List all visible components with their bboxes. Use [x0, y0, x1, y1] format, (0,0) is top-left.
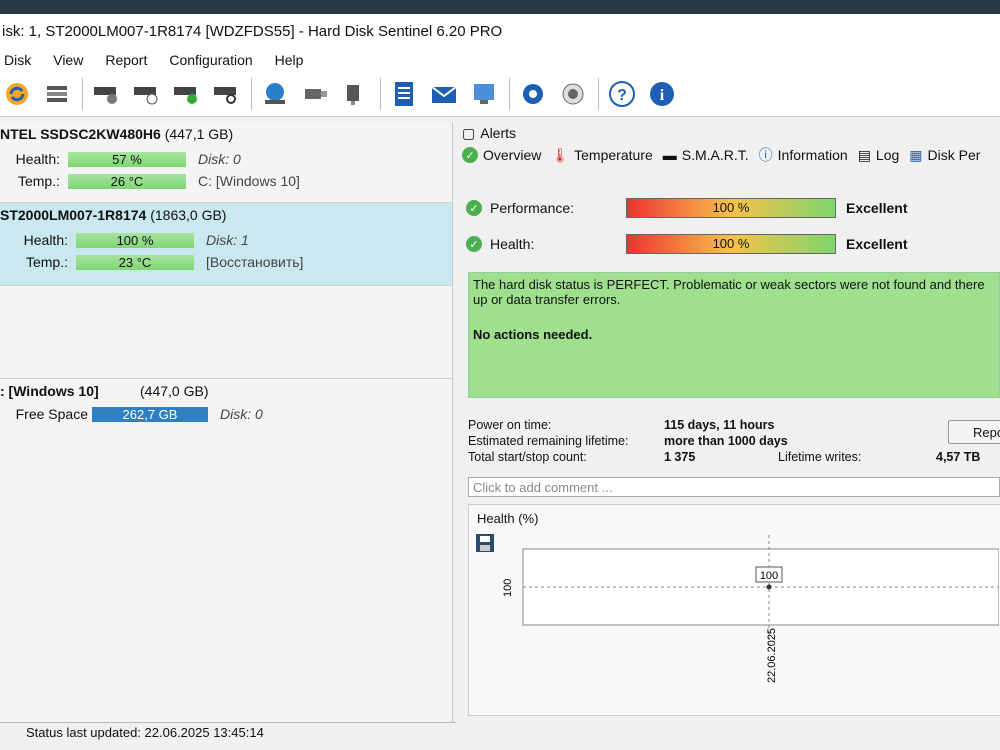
- usb-device-icon[interactable]: [340, 79, 370, 109]
- toolbar: ? i: [0, 72, 1000, 117]
- speaker-icon[interactable]: [558, 79, 588, 109]
- health-label: Health:: [15, 151, 60, 167]
- health-graph: Health (%) 100 100 22.06.2025: [468, 504, 1000, 716]
- camera-icon[interactable]: [300, 79, 330, 109]
- start-stop-label: Total start/stop count:: [468, 450, 587, 464]
- temp-bar: 23 °C: [76, 254, 194, 270]
- thermometer-icon: 🌡: [551, 146, 570, 163]
- tab-alerts[interactable]: ▢ Alerts: [462, 125, 516, 142]
- writes-label: Lifetime writes:: [778, 450, 862, 464]
- health-bar: 100 %: [76, 232, 194, 248]
- graph-canvas: 100 100 22.06.2025: [502, 535, 999, 683]
- network-globe-icon[interactable]: [260, 79, 290, 109]
- tab-temperature[interactable]: 🌡 Temperature: [551, 147, 652, 164]
- writes-value: 4,57 TB: [936, 450, 981, 464]
- web-icon[interactable]: [469, 79, 499, 109]
- check-icon: ✓: [466, 236, 482, 252]
- disk-list-panel: NTEL SSDSC2KW480H6 (447,1 GB) Health: 57…: [0, 122, 453, 722]
- report-button[interactable]: Repo: [948, 420, 1000, 444]
- disk-size: (1863,0 GB): [150, 207, 227, 223]
- menu-bar: Disk View Report Configuration Help: [0, 48, 1000, 72]
- list-icon[interactable]: [42, 79, 72, 109]
- menu-disk[interactable]: Disk: [4, 52, 31, 68]
- disk-name: NTEL SSDSC2KW480H6: [0, 126, 161, 142]
- disk-number: Disk: 1: [206, 232, 249, 248]
- start-stop-value: 1 375: [664, 450, 696, 464]
- info-small-icon: ⓘ: [758, 147, 773, 163]
- check-icon: ✓: [466, 200, 482, 216]
- status-action: No actions needed.: [473, 327, 593, 342]
- disk-search-icon[interactable]: [211, 79, 241, 109]
- disk-check-icon[interactable]: [171, 79, 201, 109]
- point-label: 100: [760, 570, 778, 582]
- title-bar: isk: 1, ST2000LM007-1R8174 [WDZFDS55] - …: [0, 14, 1000, 48]
- refresh-icon[interactable]: [2, 79, 32, 109]
- app-window: isk: 1, ST2000LM007-1R8174 [WDZFDS55] - …: [0, 14, 1000, 750]
- email-icon[interactable]: [429, 79, 459, 109]
- health-rating: Excellent: [846, 236, 908, 252]
- volume-disk: Disk: 0: [220, 406, 263, 422]
- x-tick: 22.06.2025: [766, 628, 778, 683]
- free-space-bar: 262,7 GB: [92, 406, 208, 422]
- performance-meter: 100 %: [626, 198, 836, 218]
- log-icon: ▤: [857, 146, 871, 163]
- menu-view[interactable]: View: [53, 52, 83, 68]
- performance-rating: Excellent: [846, 200, 908, 216]
- lifetime-value: more than 1000 days: [664, 434, 788, 448]
- disk-entry-0[interactable]: NTEL SSDSC2KW480H6 (447,1 GB) Health: 57…: [0, 122, 452, 203]
- check-icon: ✓: [462, 147, 478, 163]
- temp-label: Temp.:: [25, 254, 68, 270]
- drive-icon: ▬: [662, 147, 677, 163]
- gear-icon[interactable]: [518, 79, 548, 109]
- power-on-label: Power on time:: [468, 418, 552, 432]
- disk-info: Power on time: 115 days, 11 hours Estimat…: [468, 418, 1000, 466]
- disk-size: (447,1 GB): [164, 126, 234, 142]
- volume-size: (447,0 GB): [140, 383, 209, 399]
- volume-label: [Восстановить]: [206, 254, 304, 270]
- menu-report[interactable]: Report: [105, 52, 147, 68]
- info-icon[interactable]: i: [647, 79, 677, 109]
- detail-panel: ▢ Alerts ✓ Overview 🌡 Temperature ▬ S.M.A.R.…: [456, 122, 1000, 722]
- temp-bar: 26 °C: [68, 173, 186, 189]
- health-bar: 57 %: [68, 151, 186, 167]
- data-point: [766, 584, 772, 590]
- status-text: The hard disk status is PERFECT. Problem…: [473, 277, 985, 307]
- disk-entry-1[interactable]: ST2000LM007-1R8174 (1863,0 GB) Health: 1…: [0, 203, 452, 286]
- menu-configuration[interactable]: Configuration: [169, 52, 252, 68]
- performance-row: ✓ Performance: 100 % Excellent: [466, 198, 907, 218]
- health-label: Health:: [23, 232, 68, 248]
- volume-name: : [Windows 10]: [0, 383, 99, 399]
- lifetime-label: Estimated remaining lifetime:: [468, 434, 629, 448]
- status-box: The hard disk status is PERFECT. Problem…: [468, 272, 1000, 398]
- performance-label: Performance:: [490, 200, 575, 216]
- disk-number: Disk: 0: [198, 151, 241, 167]
- power-on-value: 115 days, 11 hours: [664, 418, 775, 432]
- tab-log[interactable]: ▤ Log: [858, 147, 900, 164]
- free-space-label: Free Space: [15, 406, 88, 422]
- comment-input[interactable]: Click to add comment ...: [468, 477, 1000, 497]
- disk-info-icon[interactable]: [91, 79, 121, 109]
- health-meter: 100 %: [626, 234, 836, 254]
- menu-help[interactable]: Help: [275, 52, 304, 68]
- status-bar: Status last updated: 22.06.2025 13:45:14: [0, 722, 456, 742]
- chart-icon: ▦: [909, 146, 923, 163]
- report-icon[interactable]: [389, 79, 419, 109]
- disk-name: ST2000LM007-1R8174: [0, 207, 147, 223]
- tab-disk-performance[interactable]: ▦ Disk Per: [909, 147, 980, 164]
- alert-icon: ▢: [462, 124, 476, 141]
- health-row: ✓ Health: 100 % Excellent: [466, 234, 907, 254]
- svg-text:i: i: [660, 87, 665, 104]
- help-icon[interactable]: ?: [607, 79, 637, 109]
- y-tick: 100: [502, 579, 514, 597]
- temp-label: Temp.:: [17, 173, 60, 189]
- disk-clock-icon[interactable]: [131, 79, 161, 109]
- window-title: isk: 1, ST2000LM007-1R8174 [WDZFDS55] - …: [2, 22, 503, 40]
- tab-smart[interactable]: ▬ S.M.A.R.T.: [663, 147, 749, 163]
- volume-label: C: [Windows 10]: [198, 173, 300, 189]
- tab-information[interactable]: ⓘ Information: [759, 145, 848, 165]
- svg-text:?: ?: [617, 87, 627, 104]
- health-label: Health:: [490, 236, 535, 252]
- tab-overview[interactable]: ✓ Overview: [462, 147, 541, 163]
- volume-entry[interactable]: : [Windows 10] (447,0 GB) Free Space 262…: [0, 378, 452, 429]
